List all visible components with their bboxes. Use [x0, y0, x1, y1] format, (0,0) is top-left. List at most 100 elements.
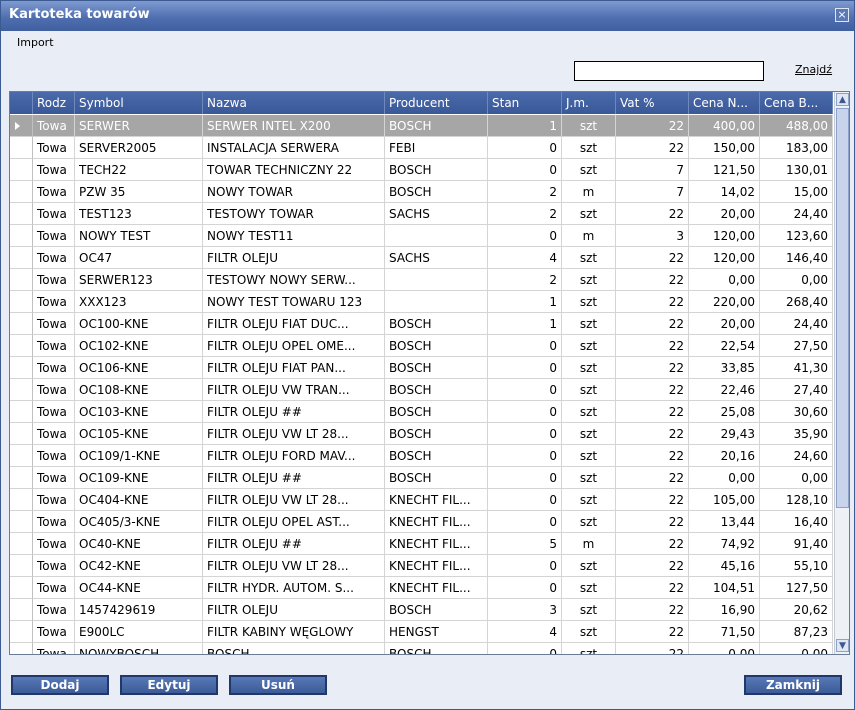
row-selector[interactable] [10, 203, 33, 225]
table-row[interactable]: Towa OC109-KNE FILTR OLEJU ## BOSCH 0 szt 22 0,… [10, 467, 833, 489]
row-selector[interactable] [10, 621, 33, 643]
cell-netto: 22,46 [689, 379, 760, 401]
table-row[interactable]: Towa E900LC FILTR KABINY WĘGLOWY HENGST 4 szt… [10, 621, 833, 643]
row-selector[interactable] [10, 489, 33, 511]
search-input[interactable] [574, 61, 764, 81]
column-header-vat[interactable]: Vat % [616, 92, 689, 114]
cell-producent: KNECHT FIL... [385, 489, 488, 511]
column-header-stan[interactable]: Stan [488, 92, 562, 114]
table-row[interactable]: Towa OC47 FILTR OLEJU SACHS 4 szt 22 120,00 146,… [10, 247, 833, 269]
menu-item-import[interactable]: Import [17, 36, 54, 49]
cell-symbol: SERVER2005 [75, 137, 203, 159]
cell-symbol: PZW 35 [75, 181, 203, 203]
table-row[interactable]: Towa OC105-KNE FILTR OLEJU VW LT 28... BOSC… [10, 423, 833, 445]
column-header-cena-brutto[interactable]: Cena B... [760, 92, 833, 114]
cell-stan: 1 [488, 291, 562, 313]
table-row[interactable]: Towa TECH22 TOWAR TECHNICZNY 22 BOSCH 0 szt 7 1… [10, 159, 833, 181]
cell-vat: 22 [616, 291, 689, 313]
add-button[interactable]: Dodaj [11, 675, 109, 695]
row-selector[interactable] [10, 225, 33, 247]
table-row[interactable]: Towa OC405/3-KNE FILTR OLEJU OPEL AST... KN… [10, 511, 833, 533]
row-selector[interactable] [10, 577, 33, 599]
column-header-rodz[interactable]: Rodz [33, 92, 75, 114]
cell-netto: 121,50 [689, 159, 760, 181]
row-selector[interactable] [10, 401, 33, 423]
cell-rodz: Towa [33, 225, 75, 247]
row-selector[interactable] [10, 137, 33, 159]
table-row[interactable]: Towa OC40-KNE FILTR OLEJU ## KNECHT FIL... 5… [10, 533, 833, 555]
row-selector[interactable] [10, 115, 33, 137]
title-bar: Kartoteka towarów × [1, 1, 854, 31]
table-row[interactable]: Towa OC108-KNE FILTR OLEJU VW TRAN... BOSCH… [10, 379, 833, 401]
cell-brutto: 128,10 [760, 489, 833, 511]
cell-jm: szt [562, 555, 616, 577]
scroll-up-icon[interactable]: ▲ [836, 93, 849, 106]
cell-nazwa: SERWER INTEL X200 [203, 115, 385, 137]
row-selector[interactable] [10, 445, 33, 467]
cell-nazwa: FILTR OLEJU FIAT DUC... [203, 313, 385, 335]
search-link[interactable]: Znajdź [795, 63, 832, 76]
cell-vat: 22 [616, 599, 689, 621]
column-header-producent[interactable]: Producent [385, 92, 488, 114]
table-row[interactable]: Towa PZW 35 NOWY TOWAR BOSCH 2 m 7 14,02 15,00 [10, 181, 833, 203]
table-row[interactable]: Towa OC106-KNE FILTR OLEJU FIAT PAN... BOSC… [10, 357, 833, 379]
table-row[interactable]: Towa OC100-KNE FILTR OLEJU FIAT DUC... BOSC… [10, 313, 833, 335]
column-header-nazwa[interactable]: Nazwa [203, 92, 385, 114]
cell-symbol: TECH22 [75, 159, 203, 181]
cell-vat: 7 [616, 181, 689, 203]
row-selector[interactable] [10, 357, 33, 379]
cell-stan: 2 [488, 203, 562, 225]
table-row[interactable]: Towa OC109/1-KNE FILTR OLEJU FORD MAV... BO… [10, 445, 833, 467]
row-selector[interactable] [10, 159, 33, 181]
cell-vat: 22 [616, 533, 689, 555]
table-row[interactable]: Towa OC42-KNE FILTR OLEJU VW LT 28... KNECH… [10, 555, 833, 577]
row-selector[interactable] [10, 313, 33, 335]
cell-stan: 0 [488, 489, 562, 511]
table-row[interactable]: Towa TEST123 TESTOWY TOWAR SACHS 2 szt 22 20,00… [10, 203, 833, 225]
vertical-scrollbar[interactable]: ▲ ▼ [834, 92, 849, 654]
table-row[interactable]: Towa NOWYBOSCH BOSCH BOSCH 0 szt 22 0,00 0,00 [10, 643, 833, 654]
row-selector[interactable] [10, 533, 33, 555]
column-header-symbol[interactable]: Symbol [75, 92, 203, 114]
scroll-down-icon[interactable]: ▼ [836, 639, 849, 652]
row-selector[interactable] [10, 335, 33, 357]
row-selector[interactable] [10, 423, 33, 445]
scroll-thumb[interactable] [836, 108, 849, 508]
table-row[interactable]: Towa SERVER2005 INSTALACJA SERWERA FEBI 0 szt… [10, 137, 833, 159]
edit-button[interactable]: Edytuj [120, 675, 218, 695]
table-row[interactable]: Towa 1457429619 FILTR OLEJU BOSCH 3 szt 22 16,9… [10, 599, 833, 621]
row-selector[interactable] [10, 599, 33, 621]
table-row[interactable]: Towa OC404-KNE FILTR OLEJU VW LT 28... KNEC… [10, 489, 833, 511]
close-icon[interactable]: × [835, 8, 849, 22]
table-row[interactable]: Towa OC103-KNE FILTR OLEJU ## BOSCH 0 szt 22 25… [10, 401, 833, 423]
cell-brutto: 24,40 [760, 203, 833, 225]
cell-rodz: Towa [33, 555, 75, 577]
table-row[interactable]: Towa OC44-KNE FILTR HYDR. AUTOM. S... KNECH… [10, 577, 833, 599]
cell-jm: szt [562, 643, 616, 654]
cell-stan: 0 [488, 643, 562, 654]
cell-netto: 105,00 [689, 489, 760, 511]
row-selector[interactable] [10, 247, 33, 269]
table-row[interactable]: Towa XXX123 NOWY TEST TOWARU 123 1 szt 22 220,… [10, 291, 833, 313]
row-selector[interactable] [10, 555, 33, 577]
cell-producent: FEBI [385, 137, 488, 159]
cell-netto: 20,00 [689, 203, 760, 225]
row-selector[interactable] [10, 643, 33, 654]
row-selector[interactable] [10, 467, 33, 489]
close-button[interactable]: Zamknij [744, 675, 842, 695]
cell-producent: BOSCH [385, 159, 488, 181]
table-row[interactable]: Towa SERWER SERWER INTEL X200 BOSCH 1 szt 22 40… [10, 115, 833, 137]
cell-producent: KNECHT FIL... [385, 533, 488, 555]
row-selector[interactable] [10, 181, 33, 203]
table-row[interactable]: Towa NOWY TEST NOWY TEST11 0 m 3 120,00 123,60 [10, 225, 833, 247]
column-header-jm[interactable]: J.m. [562, 92, 616, 114]
row-selector[interactable] [10, 291, 33, 313]
column-header-cena-netto[interactable]: Cena N... [689, 92, 760, 114]
row-selector[interactable] [10, 511, 33, 533]
table-row[interactable]: Towa SERWER123 TESTOWY NOWY SERW... 2 szt 22 0… [10, 269, 833, 291]
row-selector[interactable] [10, 269, 33, 291]
table-row[interactable]: Towa OC102-KNE FILTR OLEJU OPEL OME... BOSC… [10, 335, 833, 357]
row-selector[interactable] [10, 379, 33, 401]
cell-stan: 2 [488, 269, 562, 291]
delete-button[interactable]: Usuń [229, 675, 327, 695]
